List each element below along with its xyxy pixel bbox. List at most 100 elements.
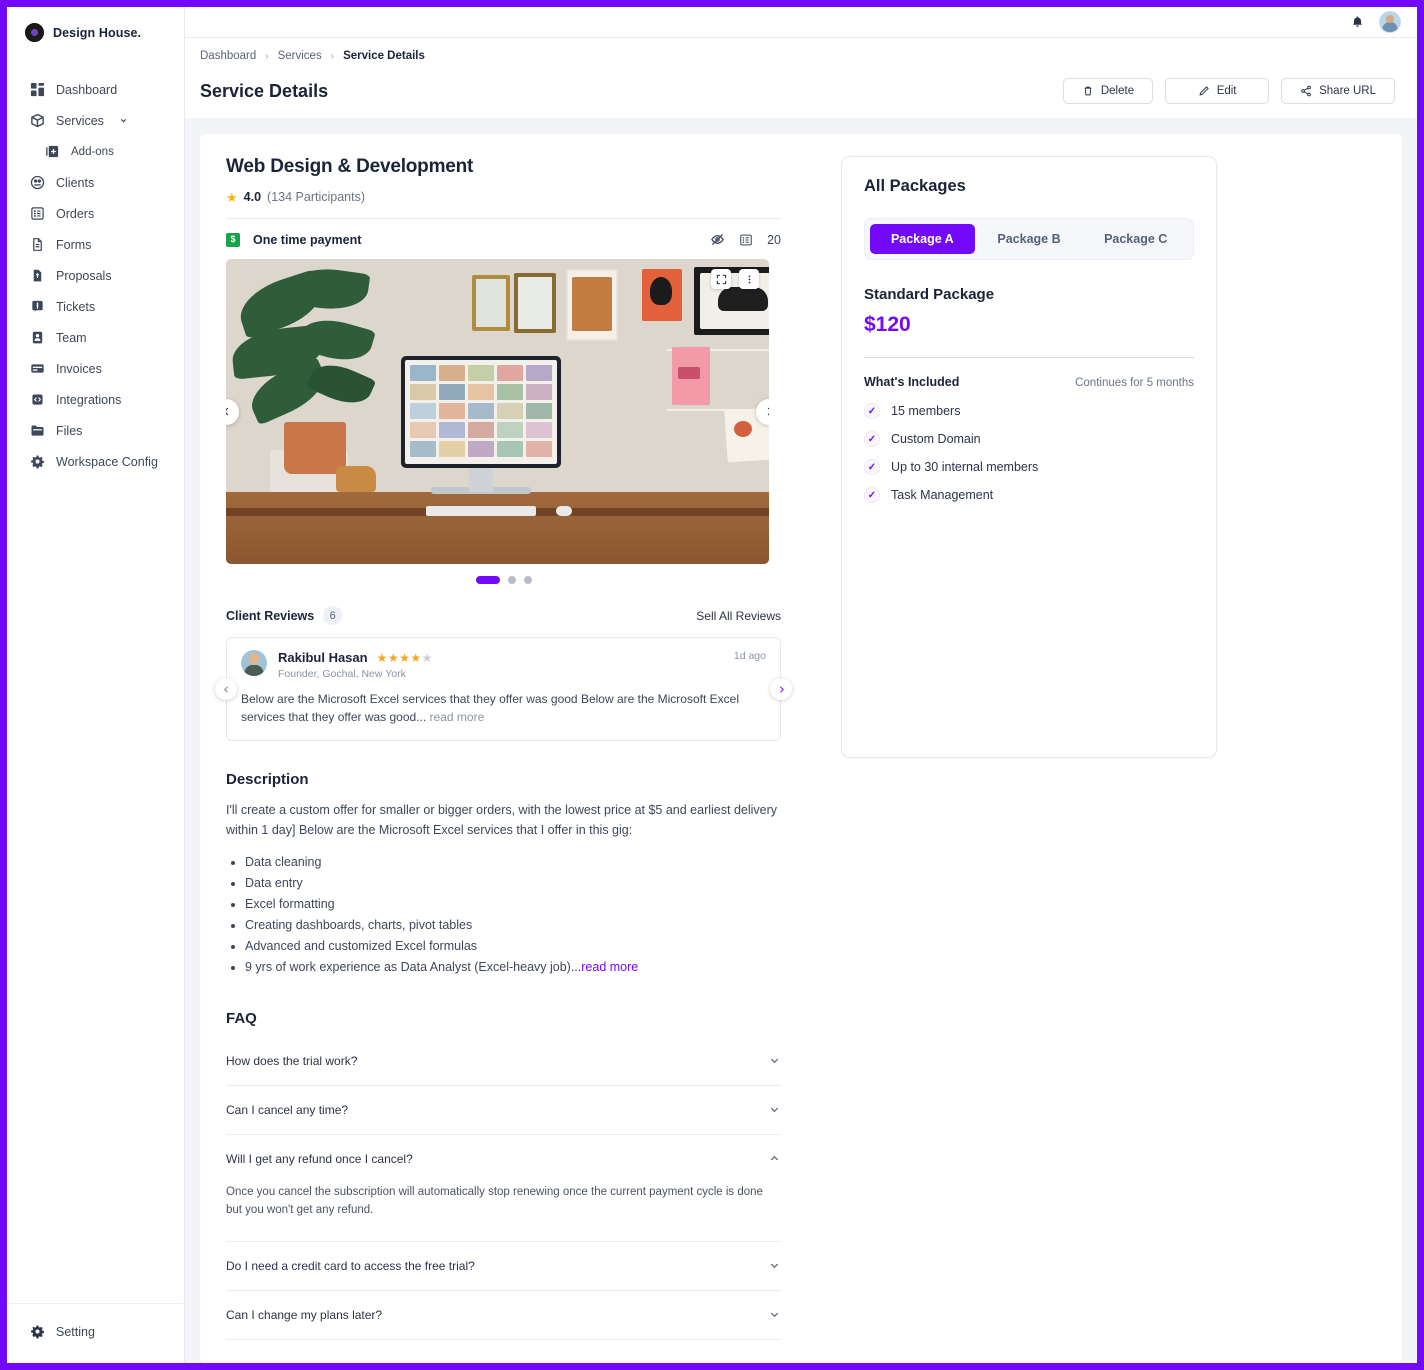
eye-off-icon[interactable] xyxy=(710,232,725,247)
chevron-down-icon xyxy=(770,1058,779,1064)
more-vertical-icon[interactable] xyxy=(739,269,759,289)
description-bullets: Data cleaning Data entry Excel formattin… xyxy=(226,852,781,978)
service-left-column: Web Design & Development ★ 4.0 (134 Part… xyxy=(215,156,792,1341)
gallery-image xyxy=(226,259,769,564)
share-url-button-label: Share URL xyxy=(1319,85,1376,97)
service-title: Web Design & Development xyxy=(226,156,474,177)
packages-title: All Packages xyxy=(864,177,966,195)
reviews-next-button[interactable] xyxy=(770,678,792,700)
avatar[interactable] xyxy=(1379,11,1401,33)
sidebar-item-clients[interactable]: Clients xyxy=(7,167,184,198)
files-icon xyxy=(30,423,45,438)
pencil-icon xyxy=(1199,86,1209,96)
sidebar-bottom: Setting xyxy=(7,1303,184,1363)
description-read-more[interactable]: read more xyxy=(581,960,638,974)
chevron-left-icon xyxy=(226,407,228,416)
faq-question[interactable]: Will I get any refund once I cancel? xyxy=(226,1135,781,1183)
reviews-title: Client Reviews xyxy=(226,608,315,623)
sidebar-item-proposals[interactable]: Proposals xyxy=(7,260,184,291)
sidebar-item-label: Team xyxy=(56,330,87,345)
sidebar-item-invoices[interactable]: Invoices xyxy=(7,353,184,384)
tab-package-a[interactable]: Package A xyxy=(870,224,975,254)
duration-note: Continues for 5 months xyxy=(1075,377,1194,389)
reviewer-name-row: Rakibul Hasan ★★★★★ xyxy=(278,650,723,665)
list-icon[interactable] xyxy=(739,233,753,247)
delete-button[interactable]: Delete xyxy=(1062,78,1154,104)
payment-meta: 20 xyxy=(710,232,781,247)
see-all-reviews-link[interactable]: Sell All Reviews xyxy=(696,609,781,623)
sidebar-item-orders[interactable]: Orders xyxy=(7,198,184,229)
faq-question[interactable]: How does the trial work? xyxy=(226,1037,781,1085)
sidebar: Design House. Dashboard Services Add-ons… xyxy=(7,7,185,1363)
faq-section: FAQ How does the trial work? Can I cance… xyxy=(226,1010,781,1340)
breadcrumb-services[interactable]: Services xyxy=(278,50,322,62)
faq-question-text: Can I change my plans later? xyxy=(226,1307,383,1322)
delete-button-label: Delete xyxy=(1100,85,1135,97)
sidebar-item-forms[interactable]: Forms xyxy=(7,229,184,260)
brand[interactable]: Design House. xyxy=(7,7,184,58)
sidebar-item-team[interactable]: Team xyxy=(7,322,184,353)
included-label: What's Included xyxy=(864,375,960,389)
package-name: Standard Package xyxy=(864,286,995,303)
gallery-dot[interactable] xyxy=(523,576,532,584)
sidebar-item-dashboard[interactable]: Dashboard xyxy=(7,74,184,105)
check-icon: ✓ xyxy=(864,403,880,419)
sidebar-item-files[interactable]: Files xyxy=(7,415,184,446)
addons-icon xyxy=(45,144,60,159)
check-icon: ✓ xyxy=(864,487,880,503)
faq-question[interactable]: Can I change my plans later? xyxy=(226,1291,781,1339)
reviewer-role: Founder, Gochal, New York xyxy=(278,668,406,680)
breadcrumb-separator: › xyxy=(330,50,335,62)
review-header: Rakibul Hasan ★★★★★ Founder, Gochal, New… xyxy=(241,650,766,680)
divider xyxy=(864,357,1194,358)
app-window: Design House. Dashboard Services Add-ons… xyxy=(0,0,1424,1370)
invoices-icon xyxy=(30,361,45,376)
gear-icon xyxy=(30,1324,45,1339)
sidebar-item-add-ons[interactable]: Add-ons xyxy=(7,136,184,167)
tab-package-c[interactable]: Package C xyxy=(1083,224,1188,254)
faq-question[interactable]: Do I need a credit card to access the fr… xyxy=(226,1242,781,1290)
chevron-up-icon xyxy=(770,1155,779,1161)
check-icon: ✓ xyxy=(864,431,880,447)
dashboard-icon xyxy=(30,82,45,97)
list-item: Advanced and customized Excel formulas xyxy=(245,936,781,957)
share-url-button[interactable]: Share URL xyxy=(1281,78,1395,104)
sidebar-item-tickets[interactable]: Tickets xyxy=(7,291,184,322)
description-section: Description I'll create a custom offer f… xyxy=(226,771,781,978)
faq-item: Can I change my plans later? xyxy=(226,1291,781,1340)
faq-question[interactable]: Can I cancel any time? xyxy=(226,1086,781,1134)
review-read-more[interactable]: read more xyxy=(426,710,485,724)
gallery-dot[interactable] xyxy=(507,576,516,584)
brand-name: Design House. xyxy=(53,25,142,40)
team-icon xyxy=(30,330,45,345)
chevron-right-icon xyxy=(779,685,784,693)
list-item: 9 yrs of work experience as Data Analyst… xyxy=(245,957,781,978)
sidebar-item-label: Integrations xyxy=(56,392,122,407)
reviewer-meta: Rakibul Hasan ★★★★★ Founder, Gochal, New… xyxy=(278,650,723,680)
gallery-dot[interactable] xyxy=(475,576,500,584)
faq-answer: Once you cancel the subscription will au… xyxy=(226,1185,763,1216)
feature-label: Up to 30 internal members xyxy=(891,460,1039,474)
page-actions: Delete Edit Share URL xyxy=(1062,78,1395,104)
star-icon: ★ xyxy=(226,189,238,205)
list-item: ✓ Custom Domain xyxy=(864,431,1194,447)
faq-item: Do I need a credit card to access the fr… xyxy=(226,1242,781,1291)
bell-icon[interactable] xyxy=(1350,15,1365,30)
faq-question-text: How does the trial work? xyxy=(226,1053,358,1068)
sidebar-item-services[interactable]: Services xyxy=(7,105,184,136)
service-detail-card: Web Design & Development ★ 4.0 (134 Part… xyxy=(200,134,1402,1363)
sidebar-item-integrations[interactable]: Integrations xyxy=(7,384,184,415)
breadcrumb-dashboard[interactable]: Dashboard xyxy=(200,50,256,62)
list-item: Data entry xyxy=(245,873,781,894)
faq-item: How does the trial work? xyxy=(226,1037,781,1086)
sidebar-item-workspace-config[interactable]: Workspace Config xyxy=(7,446,184,477)
money-icon: $ xyxy=(226,232,240,247)
reviews-prev-button[interactable] xyxy=(215,678,237,700)
tab-package-b[interactable]: Package B xyxy=(977,224,1082,254)
sidebar-item-setting[interactable]: Setting xyxy=(7,1316,184,1347)
edit-button[interactable]: Edit xyxy=(1165,78,1270,104)
list-item: Creating dashboards, charts, pivot table… xyxy=(245,915,781,936)
expand-icon[interactable] xyxy=(711,269,731,289)
forms-icon xyxy=(30,237,45,252)
